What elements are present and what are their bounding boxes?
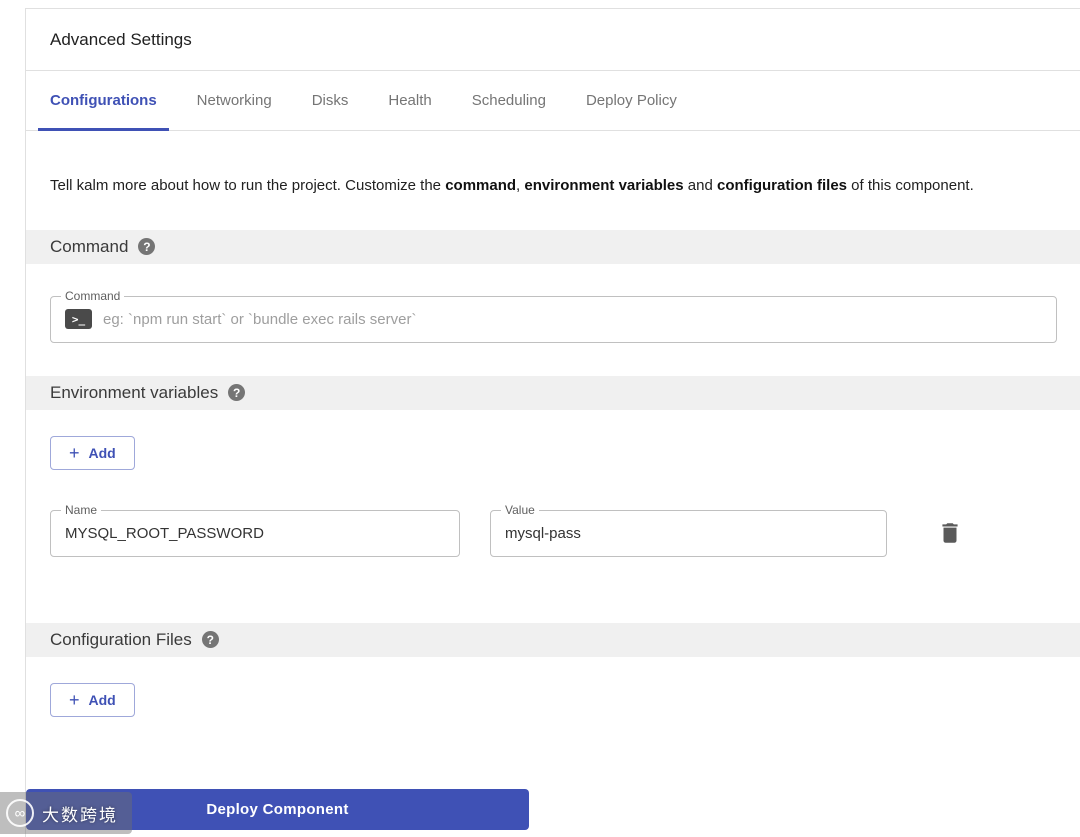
env-value-field-label: Value bbox=[501, 503, 539, 517]
env-name-field-label: Name bbox=[61, 503, 102, 517]
watermark-logo-icon: ∞ bbox=[6, 799, 34, 827]
delete-env-variable-button[interactable] bbox=[933, 516, 967, 550]
tab-bar: Configurations Networking Disks Health S… bbox=[26, 71, 1080, 131]
watermark-text: 大数跨境 bbox=[42, 805, 118, 825]
tab-networking-label: Networking bbox=[196, 92, 272, 109]
tab-health[interactable]: Health bbox=[376, 71, 443, 130]
add-config-file-label: Add bbox=[88, 691, 116, 708]
env-value-input[interactable] bbox=[505, 524, 872, 542]
plus-icon: + bbox=[69, 689, 80, 710]
config-files-section-header: Configuration Files ? bbox=[26, 622, 1080, 657]
plus-icon: + bbox=[69, 442, 80, 463]
panel-title: Advanced Settings bbox=[26, 9, 1080, 71]
command-field-label: Command bbox=[61, 289, 125, 303]
env-variables-help-icon[interactable]: ? bbox=[228, 384, 246, 402]
config-files-section-title: Configuration Files bbox=[50, 629, 192, 649]
tab-configurations-label: Configurations bbox=[50, 92, 157, 109]
add-config-file-button[interactable]: + Add bbox=[50, 682, 135, 717]
description-bold-command: command bbox=[445, 177, 517, 194]
component-description: Tell kalm more about how to run the proj… bbox=[50, 177, 974, 194]
tab-scheduling[interactable]: Scheduling bbox=[460, 71, 558, 130]
add-env-variable-button[interactable]: + Add bbox=[50, 435, 135, 470]
command-section-title: Command bbox=[50, 236, 129, 256]
description-bold-env-vars: environment variables bbox=[524, 177, 684, 194]
delete-icon bbox=[937, 520, 963, 546]
env-value-field[interactable]: Value bbox=[490, 503, 887, 557]
tab-scheduling-label: Scheduling bbox=[471, 92, 546, 109]
env-variables-section-title: Environment variables bbox=[50, 382, 219, 402]
watermark: ∞ 大数跨境 bbox=[0, 792, 132, 834]
command-help-icon[interactable]: ? bbox=[138, 238, 156, 256]
tab-deploy-policy-label: Deploy Policy bbox=[585, 92, 677, 109]
env-variables-section-header: Environment variables ? bbox=[26, 375, 1080, 410]
tab-disks-label: Disks bbox=[311, 92, 349, 109]
tab-configurations[interactable]: Configurations bbox=[38, 71, 169, 131]
tab-health-label: Health bbox=[388, 92, 432, 109]
command-section-header: Command ? bbox=[26, 229, 1080, 264]
description-bold-config-files: configuration files bbox=[717, 177, 848, 194]
description-text: Tell kalm more about how to run the proj… bbox=[50, 177, 446, 194]
terminal-icon: >_ bbox=[65, 309, 92, 330]
env-name-input[interactable] bbox=[65, 524, 445, 542]
command-input[interactable] bbox=[103, 310, 1042, 328]
tab-deploy-policy[interactable]: Deploy Policy bbox=[574, 71, 689, 130]
config-files-help-icon[interactable]: ? bbox=[201, 631, 219, 649]
env-variable-row: Name Value bbox=[50, 503, 1057, 557]
tab-networking[interactable]: Networking bbox=[185, 71, 284, 130]
advanced-settings-panel: Advanced Settings Configurations Network… bbox=[25, 8, 1080, 837]
tab-disks[interactable]: Disks bbox=[300, 71, 361, 130]
command-field[interactable]: Command >_ bbox=[50, 289, 1057, 343]
env-name-field[interactable]: Name bbox=[50, 503, 460, 557]
add-env-variable-label: Add bbox=[88, 444, 116, 461]
